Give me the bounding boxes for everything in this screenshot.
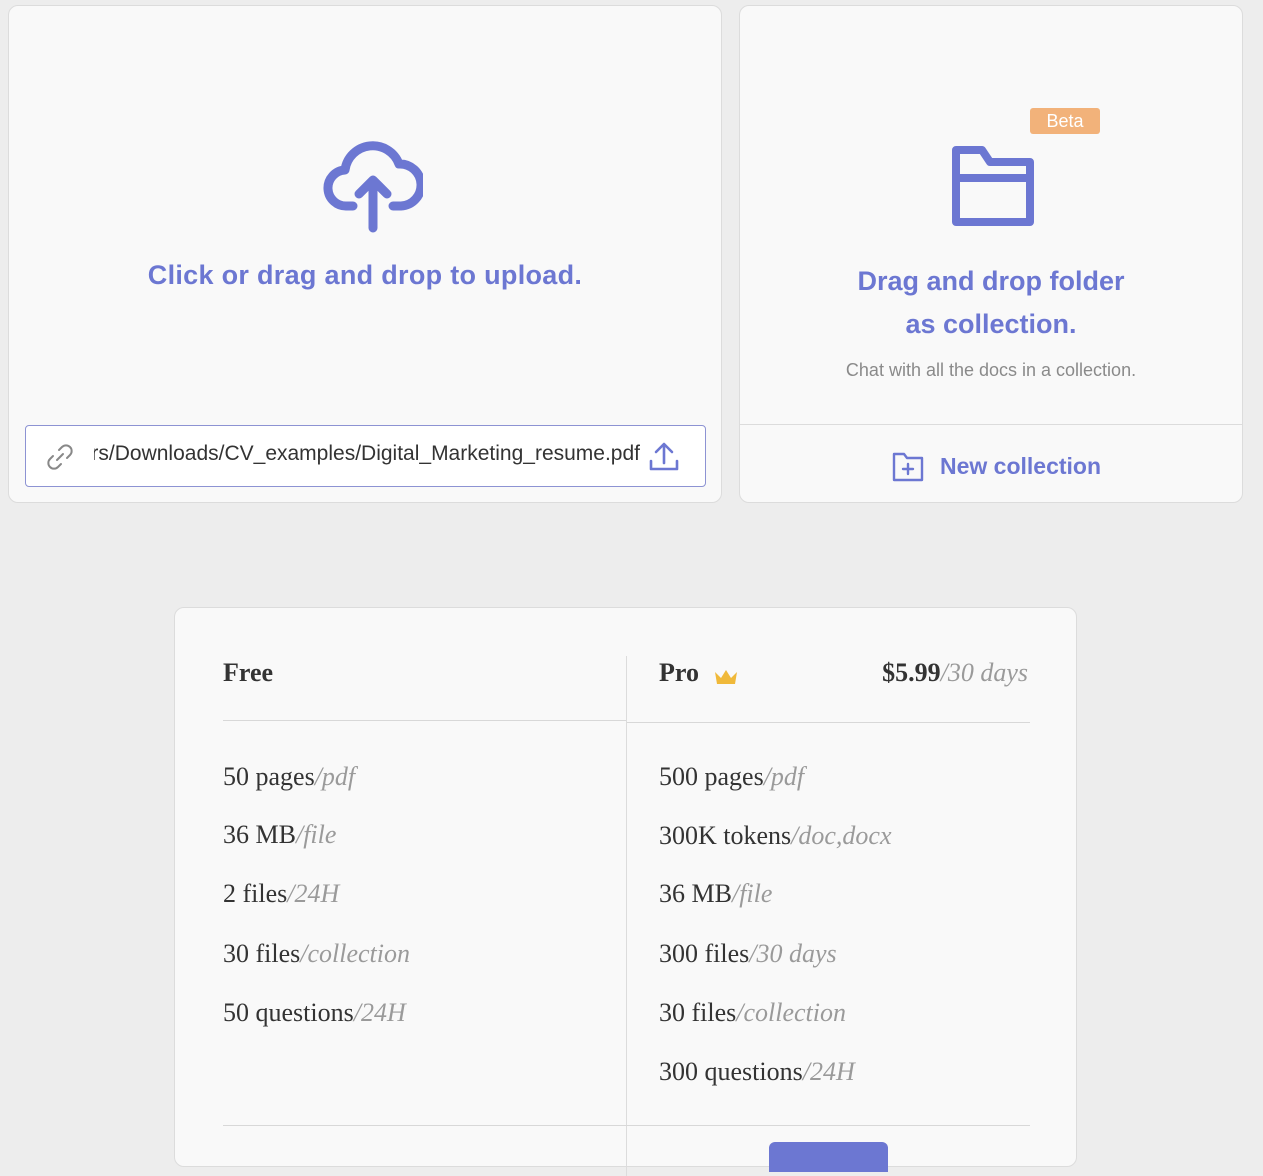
pro-feature: 300 questions/24H — [659, 1057, 855, 1087]
feature-value: 50 pages — [223, 762, 315, 791]
collection-dropzone[interactable]: Beta Drag and drop folder as collection.… — [739, 5, 1243, 503]
free-feature: 50 questions/24H — [223, 998, 406, 1028]
free-header-divider — [223, 720, 626, 721]
url-input[interactable]: C:/Users/Downloads/CV_examples/Digital_M… — [94, 442, 640, 466]
pro-header-divider — [627, 722, 1030, 723]
new-collection-label: New collection — [940, 452, 1102, 479]
collection-title-line1: Drag and drop folder — [857, 266, 1125, 296]
feature-unit: /pdf — [763, 762, 805, 791]
feature-unit: /file — [731, 879, 773, 908]
feature-unit: /collection — [300, 939, 411, 968]
feature-value: 2 files — [223, 879, 288, 908]
collection-title-line2: as collection. — [905, 309, 1077, 339]
pro-feature: 500 pages/pdf — [659, 762, 804, 792]
feature-unit: /collection — [736, 998, 847, 1027]
beta-badge: Beta — [1030, 108, 1100, 134]
free-feature: 30 files/collection — [223, 939, 410, 969]
pro-price-amount: $5.99 — [882, 658, 941, 687]
url-input-value: C:/Users/Downloads/CV_examples/Digital_M… — [94, 442, 640, 465]
pricing-table: Free Pro $5.99/30 days 50 pages/pdf 36 M… — [174, 607, 1077, 1176]
pro-price-period: /30 days — [940, 658, 1028, 687]
free-feature: 50 pages/pdf — [223, 762, 355, 792]
feature-value: 300 questions — [659, 1057, 803, 1086]
collection-subtitle: Chat with all the docs in a collection. — [845, 360, 1137, 380]
collection-title: Drag and drop folder as collection. — [740, 260, 1242, 346]
feature-unit: /30 days — [749, 939, 837, 968]
feature-value: 30 files — [659, 998, 737, 1027]
feature-value: 36 MB — [659, 879, 732, 908]
features-bottom-divider — [223, 1125, 1030, 1126]
pro-feature: 30 files/collection — [659, 998, 846, 1028]
feature-unit: /24H — [287, 879, 340, 908]
link-icon — [47, 444, 73, 470]
free-feature: 36 MB/file — [223, 820, 336, 850]
free-plan-name: Free — [223, 658, 274, 687]
upgrade-pro-button[interactable] — [769, 1142, 888, 1172]
pro-plan-name: Pro — [659, 658, 699, 687]
upload-arrow-icon[interactable] — [646, 439, 682, 475]
folder-plus-icon — [892, 452, 924, 482]
feature-unit: /24H — [802, 1057, 855, 1086]
feature-value: 50 questions — [223, 998, 354, 1027]
url-field[interactable]: C:/Users/Downloads/CV_examples/Digital_M… — [25, 425, 706, 487]
feature-unit: /doc,docx — [791, 821, 892, 850]
feature-value: 36 MB — [223, 820, 296, 849]
feature-value: 300K tokens — [659, 821, 792, 850]
free-feature: 2 files/24H — [223, 879, 339, 909]
column-divider — [626, 656, 627, 1176]
upload-dropzone[interactable]: Click or drag and drop to upload. C:/Use… — [8, 5, 722, 503]
crown-icon — [715, 670, 737, 684]
cloud-upload-icon — [323, 141, 423, 233]
feature-value: 30 files — [223, 939, 301, 968]
upload-instructions: Click or drag and drop to upload. — [147, 260, 583, 290]
feature-unit: /24H — [353, 998, 406, 1027]
folder-icon — [952, 146, 1034, 226]
new-collection-button[interactable]: New collection — [890, 446, 1101, 486]
divider — [740, 424, 1242, 425]
feature-value: 500 pages — [659, 762, 764, 791]
pro-feature: 300K tokens/doc,docx — [659, 821, 892, 851]
feature-unit: /file — [295, 820, 337, 849]
feature-value: 300 files — [659, 939, 750, 968]
pro-feature: 300 files/30 days — [659, 939, 837, 969]
pro-price: $5.99/30 days — [882, 658, 1028, 688]
feature-unit: /pdf — [314, 762, 356, 791]
pro-feature: 36 MB/file — [659, 879, 772, 909]
